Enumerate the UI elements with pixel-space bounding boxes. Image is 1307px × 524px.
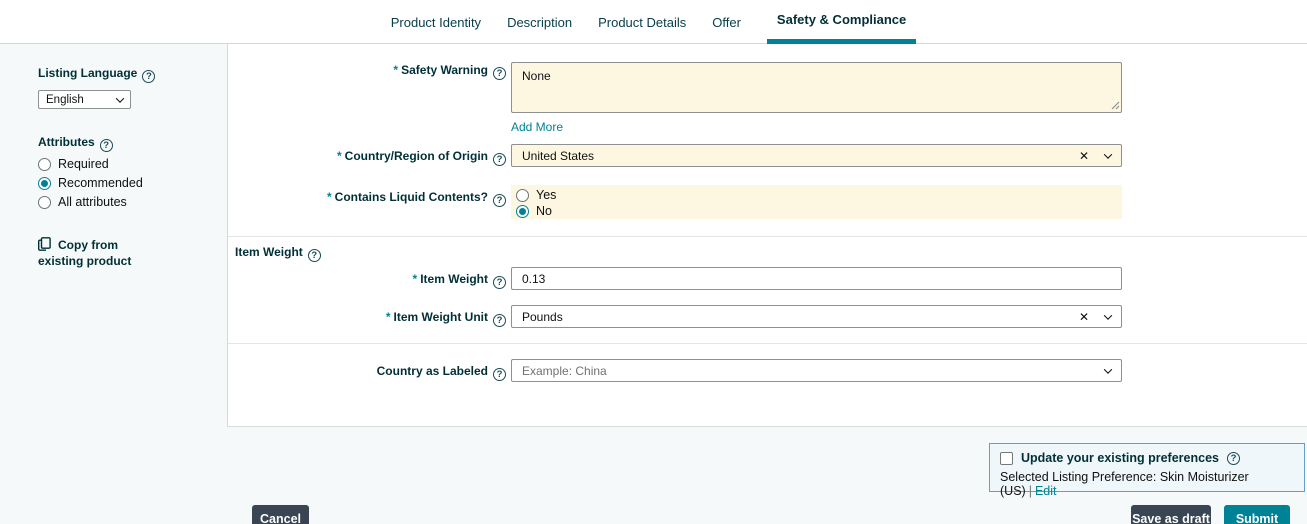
separator: | [1029, 484, 1032, 498]
country-as-labeled-label: Country as Labeled? [227, 364, 506, 381]
tab-description[interactable]: Description [507, 0, 572, 44]
radio-label: Recommended [58, 176, 143, 190]
item-weight-unit-select[interactable]: Pounds ✕ [511, 305, 1122, 328]
help-icon[interactable]: ? [1227, 452, 1240, 465]
section-divider [228, 236, 1307, 237]
copy-from-existing-product-button[interactable]: Copy from existing product [38, 237, 166, 269]
attribute-option-all[interactable]: All attributes [38, 195, 127, 209]
update-preferences-box: Update your existing preferences ? Selec… [989, 443, 1305, 492]
label-text: Item Weight Unit [394, 310, 488, 324]
select-value: United States [522, 149, 594, 163]
listing-language-label-text: Listing Language [38, 66, 137, 80]
item-weight-input[interactable] [511, 267, 1122, 290]
required-asterisk: * [393, 63, 398, 77]
save-as-draft-button[interactable]: Save as draft [1131, 505, 1211, 524]
contains-liquid-option-yes[interactable]: Yes [516, 188, 556, 202]
help-icon[interactable]: ? [493, 368, 506, 381]
radio-label: No [536, 204, 552, 218]
add-more-link[interactable]: Add More [511, 120, 563, 134]
help-icon[interactable]: ? [493, 67, 506, 80]
label-text: Contains Liquid Contents? [335, 190, 488, 204]
label-text: Item Weight [420, 272, 488, 286]
tab-product-details[interactable]: Product Details [598, 0, 686, 44]
item-weight-section-label: Item Weight? [235, 245, 321, 262]
tab-safety-compliance[interactable]: Safety & Compliance [767, 0, 916, 44]
safety-warning-field: None [511, 62, 1122, 113]
required-asterisk: * [327, 190, 332, 204]
tab-bar: Product Identity Description Product Det… [0, 0, 1307, 44]
update-preferences-checkbox[interactable] [1000, 452, 1013, 465]
contains-liquid-option-no[interactable]: No [516, 204, 552, 218]
help-icon[interactable]: ? [493, 276, 506, 289]
edit-preference-link[interactable]: Edit [1035, 484, 1057, 498]
radio-label: Required [58, 157, 109, 171]
radio-label: Yes [536, 188, 556, 202]
attribute-option-required[interactable]: Required [38, 157, 109, 171]
radio-label: All attributes [58, 195, 127, 209]
label-text: Country as Labeled [377, 364, 488, 378]
country-of-origin-select[interactable]: United States ✕ [511, 144, 1122, 167]
chevron-down-icon [1104, 311, 1112, 319]
help-icon[interactable]: ? [493, 194, 506, 207]
required-asterisk: * [413, 272, 418, 286]
listing-language-select[interactable]: English [38, 90, 131, 109]
chevron-down-icon [116, 94, 124, 102]
radio-unselected-icon[interactable] [38, 158, 51, 171]
country-as-labeled-select[interactable]: Example: China [511, 359, 1122, 382]
section-label-text: Item Weight [235, 245, 303, 259]
attributes-label-text: Attributes [38, 135, 95, 149]
radio-unselected-icon[interactable] [516, 189, 529, 202]
attribute-option-recommended[interactable]: Recommended [38, 176, 143, 190]
chevron-down-icon [1104, 365, 1112, 373]
update-preferences-label: Update your existing preferences [1021, 451, 1219, 465]
country-of-origin-label: *Country/Region of Origin? [227, 149, 506, 166]
listing-language-label: Listing Language? [38, 66, 155, 83]
help-icon[interactable]: ? [493, 314, 506, 327]
radio-unselected-icon[interactable] [38, 196, 51, 209]
help-icon[interactable]: ? [308, 249, 321, 262]
help-icon[interactable]: ? [493, 153, 506, 166]
label-text: Safety Warning [401, 63, 488, 77]
radio-selected-icon[interactable] [516, 205, 529, 218]
select-placeholder: Example: China [522, 364, 607, 378]
safety-warning-label: *Safety Warning? [227, 63, 506, 80]
cancel-button[interactable]: Cancel [252, 505, 309, 524]
chevron-down-icon [1104, 150, 1112, 158]
section-divider [228, 343, 1307, 344]
safety-warning-textarea[interactable]: None [511, 62, 1122, 113]
label-text: Country/Region of Origin [345, 149, 488, 163]
help-icon[interactable]: ? [142, 70, 155, 83]
submit-button[interactable]: Submit [1224, 505, 1290, 524]
tab-product-identity[interactable]: Product Identity [391, 0, 481, 44]
help-icon[interactable]: ? [100, 139, 113, 152]
required-asterisk: * [337, 149, 342, 163]
required-asterisk: * [386, 310, 391, 324]
item-weight-unit-label: *Item Weight Unit? [227, 310, 506, 327]
copy-icon [38, 237, 51, 251]
attributes-label: Attributes? [38, 135, 113, 152]
item-weight-label: *Item Weight? [227, 272, 506, 289]
select-value: Pounds [522, 310, 563, 324]
clear-icon[interactable]: ✕ [1079, 150, 1089, 162]
contains-liquid-field [511, 185, 1122, 219]
clear-icon[interactable]: ✕ [1079, 311, 1089, 323]
radio-selected-icon[interactable] [38, 177, 51, 190]
contains-liquid-label: *Contains Liquid Contents?? [227, 190, 506, 207]
tab-offer[interactable]: Offer [712, 0, 741, 44]
copy-from-existing-label: Copy from existing product [38, 238, 131, 268]
listing-language-value: English [46, 94, 84, 106]
